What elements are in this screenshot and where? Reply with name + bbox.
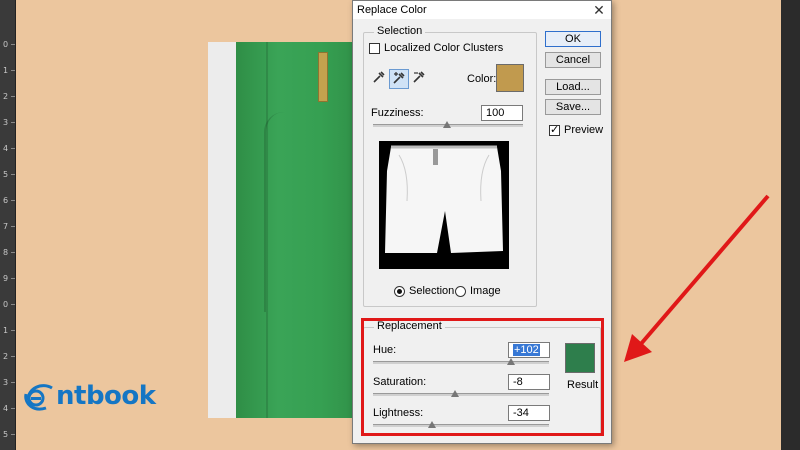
red-arrow-annotation xyxy=(624,194,770,362)
